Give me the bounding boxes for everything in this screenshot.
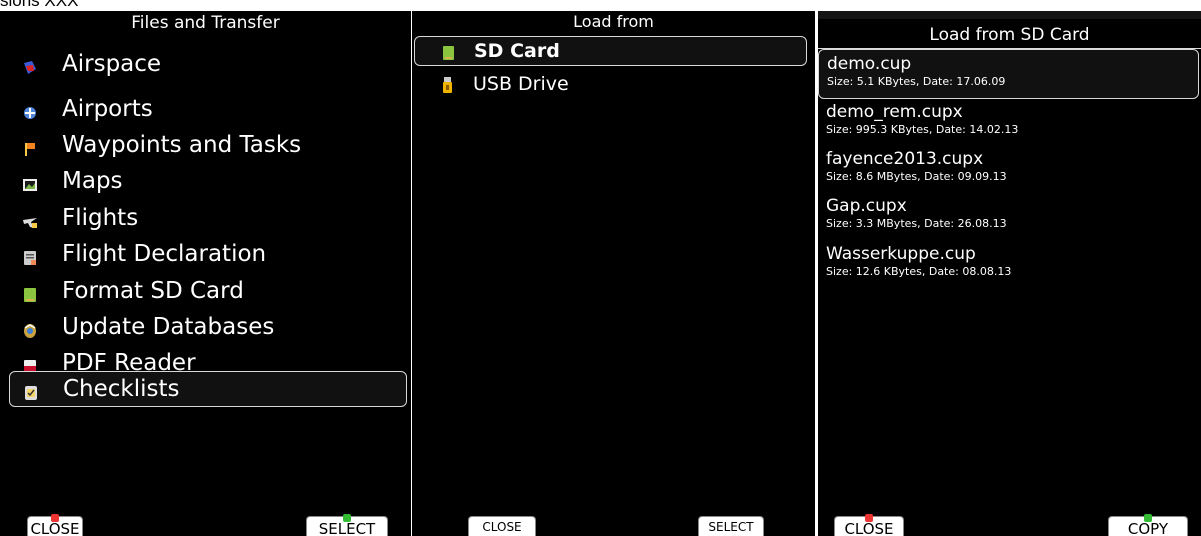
menu-item-format-sd-card[interactable]: Format SD Card — [22, 273, 402, 309]
panel-title: Load from SD Card — [929, 25, 1090, 45]
airspace-icon — [22, 56, 38, 74]
files-and-transfer-panel: Files and Transfer Airspace Airports Way… — [0, 11, 411, 536]
file-name: fayence2013.cupx — [826, 149, 984, 169]
close-mark-icon — [51, 514, 59, 522]
menu-item-label: Airports — [62, 96, 153, 122]
cropped-caption: sions XXX — [0, 0, 79, 10]
file-item[interactable]: demo_rem.cupx Size: 995.3 KBytes, Date: … — [826, 102, 1191, 144]
file-name: demo_rem.cupx — [826, 102, 963, 122]
source-item-usb-drive[interactable]: USB Drive — [441, 71, 801, 97]
menu-item-label: Format SD Card — [62, 278, 244, 304]
declaration-icon — [22, 246, 38, 265]
sd-card-icon — [22, 283, 38, 302]
sd-card-icon — [442, 44, 455, 60]
copy-button-label: COPY — [1127, 520, 1169, 536]
file-item[interactable]: fayence2013.cupx Size: 8.6 MBytes, Date:… — [826, 149, 1191, 191]
close-button[interactable]: CLOSE — [834, 514, 904, 536]
close-button[interactable]: CLOSE — [468, 516, 536, 536]
load-from-panel: Load from SD Card USB Drive CLOSE SELECT — [412, 11, 815, 536]
select-button[interactable]: SELECT — [306, 514, 388, 536]
check-mark-icon — [1144, 514, 1152, 522]
file-info: Size: 5.1 KBytes, Date: 17.06.09 — [827, 75, 1006, 88]
file-name: demo.cup — [827, 54, 912, 74]
close-mark-icon — [865, 514, 873, 522]
panel-title: Files and Transfer — [131, 13, 280, 33]
waypoint-flag-icon — [22, 137, 38, 156]
usb-drive-icon — [441, 76, 454, 93]
file-name: Gap.cupx — [826, 196, 907, 216]
file-info: Size: 3.3 MBytes, Date: 26.08.13 — [826, 217, 1007, 230]
file-name: Wasserkuppe.cup — [826, 244, 976, 264]
menu-item-label: Flight Declaration — [62, 241, 267, 267]
airport-icon — [22, 101, 38, 119]
file-item[interactable]: Gap.cupx Size: 3.3 MBytes, Date: 26.08.1… — [826, 196, 1191, 238]
select-button[interactable]: SELECT — [698, 516, 764, 536]
menu-item-waypoints-and-tasks[interactable]: Waypoints and Tasks — [22, 127, 402, 163]
menu-item-label: Airspace — [62, 51, 162, 77]
map-icon — [22, 173, 38, 191]
select-button-label: SELECT — [708, 520, 754, 534]
menu-item-flights[interactable]: Flights — [22, 200, 402, 236]
file-info: Size: 995.3 KBytes, Date: 14.02.13 — [826, 123, 1019, 136]
close-button-label: CLOSE — [482, 520, 522, 534]
flights-icon — [22, 210, 38, 228]
update-database-icon — [22, 319, 38, 338]
menu-item-update-databases[interactable]: Update Databases — [22, 309, 402, 345]
pdf-icon — [22, 355, 38, 374]
panel-top-strip — [818, 11, 1201, 19]
menu-item-flight-declaration[interactable]: Flight Declaration — [22, 236, 402, 272]
menu-item-checklists[interactable]: Checklists — [9, 371, 407, 407]
menu-item-label: Update Databases — [62, 314, 275, 340]
select-button-label: SELECT — [318, 520, 376, 536]
file-item[interactable]: Wasserkuppe.cup Size: 12.6 KBytes, Date:… — [826, 244, 1191, 286]
menu-item-label: Waypoints and Tasks — [62, 132, 302, 158]
source-item-sd-card[interactable]: SD Card — [414, 36, 807, 66]
panel-title: Load from — [573, 12, 654, 31]
menu-item-label: Maps — [62, 168, 123, 194]
load-from-sd-card-panel: Load from SD Card demo.cup Size: 5.1 KBy… — [818, 11, 1201, 536]
menu-item-maps[interactable]: Maps — [22, 163, 402, 199]
file-item[interactable]: demo.cup Size: 5.1 KBytes, Date: 17.06.0… — [818, 49, 1199, 99]
file-info: Size: 12.6 KBytes, Date: 08.08.13 — [826, 265, 1012, 278]
source-item-label: USB Drive — [473, 73, 569, 95]
check-mark-icon — [343, 514, 351, 522]
copy-button[interactable]: COPY — [1108, 514, 1188, 536]
menu-item-label: Flights — [62, 205, 139, 231]
file-info: Size: 8.6 MBytes, Date: 09.09.13 — [826, 170, 1007, 183]
menu-item-airspace[interactable]: Airspace — [22, 46, 402, 82]
close-button[interactable]: CLOSE — [27, 514, 83, 536]
close-button-label: CLOSE — [30, 520, 80, 536]
source-item-label: SD Card — [474, 40, 560, 62]
checklist-icon — [23, 381, 39, 400]
menu-item-airports[interactable]: Airports — [22, 91, 402, 127]
menu-item-label: Checklists — [63, 376, 180, 402]
close-button-label: CLOSE — [844, 520, 894, 536]
